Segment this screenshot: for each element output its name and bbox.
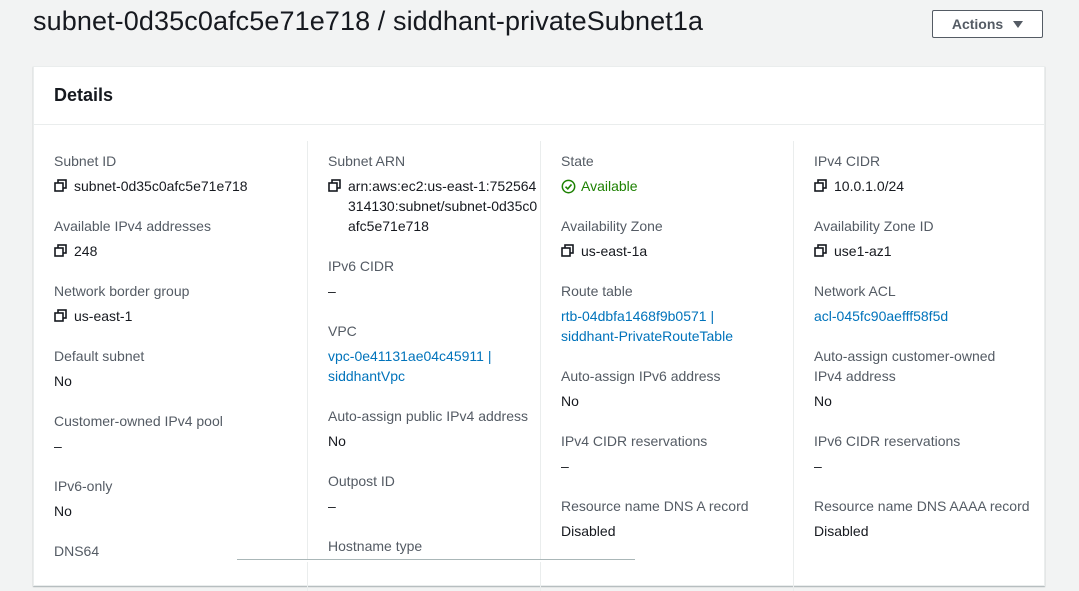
actions-button[interactable]: Actions	[932, 10, 1043, 38]
ipv6-cidr-value: –	[328, 283, 336, 299]
field-dns64: DNS64	[54, 541, 99, 561]
field-availability-zone-id: Availability Zone ID use1-az1	[814, 216, 934, 261]
auto-assign-public-ipv4-label: Auto-assign public IPv4 address	[328, 408, 528, 424]
vpc-label: VPC	[328, 323, 357, 339]
field-ipv6-only: IPv6-only No	[54, 476, 112, 521]
field-subnet-arn: Subnet ARN arn:aws:ec2:us-east-1:7525643…	[328, 151, 543, 236]
field-network-acl: Network ACL acl-045fc90aefff58f5d	[814, 281, 948, 326]
network-acl-label: Network ACL	[814, 283, 896, 299]
network-border-group-label: Network border group	[54, 283, 190, 299]
field-available-ipv4: Available IPv4 addresses 248	[54, 216, 211, 261]
available-ipv4-label: Available IPv4 addresses	[54, 218, 211, 234]
field-state: State Available	[561, 151, 638, 196]
auto-assign-public-ipv4-value: No	[328, 433, 346, 449]
field-default-subnet: Default subnet No	[54, 346, 144, 391]
subnet-id-label: Subnet ID	[54, 153, 117, 169]
page-title: subnet-0d35c0afc5e71e718 / siddhant-priv…	[33, 6, 704, 36]
caret-down-icon	[1013, 20, 1024, 28]
copy-icon[interactable]	[328, 179, 341, 192]
state-value: Available	[581, 178, 638, 194]
auto-assign-ipv6-label: Auto-assign IPv6 address	[561, 368, 721, 384]
field-auto-assign-public-ipv4: Auto-assign public IPv4 address No	[328, 406, 528, 451]
hostname-type-label: Hostname type	[328, 538, 423, 554]
network-acl-link[interactable]: acl-045fc90aefff58f5d	[814, 306, 948, 326]
dns-a-record-label: Resource name DNS A record	[561, 498, 749, 514]
field-ipv6-cidr-reservations: IPv6 CIDR reservations –	[814, 431, 960, 476]
copy-icon[interactable]	[814, 244, 827, 257]
availability-zone-value: us-east-1a	[581, 243, 648, 259]
subnet-arn-label: Subnet ARN	[328, 153, 406, 169]
auto-assign-customer-owned-value: No	[814, 393, 832, 409]
field-dns-a-record: Resource name DNS A record Disabled	[561, 496, 749, 541]
ipv4-cidr-label: IPv4 CIDR	[814, 153, 881, 169]
field-ipv4-cidr: IPv4 CIDR 10.0.1.0/24	[814, 151, 904, 196]
outpost-id-value: –	[328, 498, 336, 514]
default-subnet-value: No	[54, 373, 72, 389]
panel-title: Details	[34, 67, 1044, 125]
field-customer-owned-pool: Customer-owned IPv4 pool –	[54, 411, 223, 456]
field-vpc: VPC vpc-0e41131ae04c45911 | siddhantVpc	[328, 321, 528, 386]
field-ipv4-cidr-reservations: IPv4 CIDR reservations –	[561, 431, 707, 476]
copy-icon[interactable]	[561, 244, 574, 257]
ipv6-cidr-label: IPv6 CIDR	[328, 258, 395, 274]
route-table-label: Route table	[561, 283, 633, 299]
subnet-id-value: subnet-0d35c0afc5e71e718	[74, 178, 248, 194]
customer-owned-pool-label: Customer-owned IPv4 pool	[54, 413, 223, 429]
field-dns-aaaa-record: Resource name DNS AAAA record Disabled	[814, 496, 1030, 541]
details-column-3: State Available Availability Zone us-eas…	[540, 141, 773, 591]
ipv6-cidr-reservations-value: –	[814, 458, 822, 474]
dns-aaaa-record-label: Resource name DNS AAAA record	[814, 498, 1030, 514]
field-route-table: Route table rtb-04dbfa1468f9b0571 | sidd…	[561, 281, 761, 346]
dns-a-record-value: Disabled	[561, 523, 616, 539]
field-outpost-id: Outpost ID –	[328, 471, 395, 516]
customer-owned-pool-value: –	[54, 438, 62, 454]
dns-aaaa-record-value: Disabled	[814, 523, 869, 539]
outpost-id-label: Outpost ID	[328, 473, 395, 489]
field-availability-zone: Availability Zone us-east-1a	[561, 216, 663, 261]
field-network-border-group: Network border group us-east-1	[54, 281, 189, 326]
details-column-2: Subnet ARN arn:aws:ec2:us-east-1:7525643…	[307, 141, 540, 591]
vpc-link[interactable]: vpc-0e41131ae04c45911 | siddhantVpc	[328, 346, 508, 386]
default-subnet-label: Default subnet	[54, 348, 145, 364]
copy-icon[interactable]	[54, 309, 67, 322]
ipv6-cidr-reservations-label: IPv6 CIDR reservations	[814, 433, 961, 449]
availability-zone-label: Availability Zone	[561, 218, 663, 234]
auto-assign-ipv6-value: No	[561, 393, 579, 409]
ipv4-cidr-value: 10.0.1.0/24	[834, 178, 905, 194]
state-label: State	[561, 153, 594, 169]
field-subnet-id: Subnet ID subnet-0d35c0afc5e71e718	[54, 151, 248, 196]
subnet-arn-value: arn:aws:ec2:us-east-1:752564314130:subne…	[348, 178, 538, 234]
availability-zone-id-value: use1-az1	[834, 243, 892, 259]
details-column-4: IPv4 CIDR 10.0.1.0/24 Availability Zone …	[793, 141, 1030, 591]
field-ipv6-cidr: IPv6 CIDR –	[328, 256, 394, 301]
copy-icon[interactable]	[814, 179, 827, 192]
availability-zone-id-label: Availability Zone ID	[814, 218, 934, 234]
status-check-icon	[561, 179, 576, 193]
ipv4-cidr-reservations-value: –	[561, 458, 569, 474]
actions-label: Actions	[951, 16, 1004, 32]
field-auto-assign-ipv6: Auto-assign IPv6 address No	[561, 366, 721, 411]
copy-icon[interactable]	[54, 179, 67, 192]
ipv6-only-label: IPv6-only	[54, 478, 113, 494]
available-ipv4-value: 248	[74, 243, 98, 259]
auto-assign-customer-owned-label: Auto-assign customer-owned IPv4 address	[814, 348, 996, 384]
dns64-label: DNS64	[54, 543, 100, 559]
ipv4-cidr-reservations-label: IPv4 CIDR reservations	[561, 433, 708, 449]
details-column-1: Subnet ID subnet-0d35c0afc5e71e718 Avail…	[54, 141, 286, 591]
route-table-link[interactable]: rtb-04dbfa1468f9b0571 | siddhant-Private…	[561, 306, 751, 346]
field-auto-assign-customer-owned: Auto-assign customer-owned IPv4 address …	[814, 346, 1019, 411]
field-hostname-type: Hostname type	[328, 536, 422, 556]
ipv6-only-value: No	[54, 503, 72, 519]
network-border-group-value: us-east-1	[74, 308, 133, 324]
details-panel: Details Subnet ID subnet-0d35c0afc5e71e7…	[33, 66, 1045, 591]
copy-icon[interactable]	[54, 244, 67, 257]
